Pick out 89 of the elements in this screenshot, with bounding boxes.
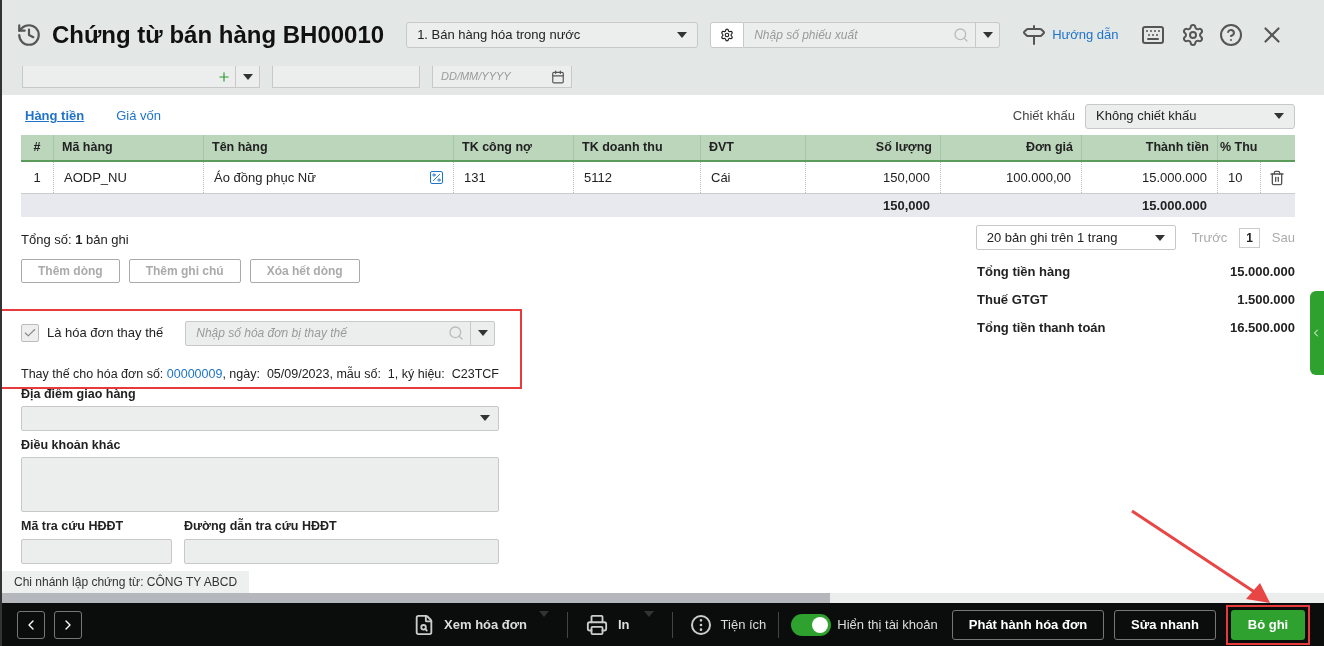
guide-link[interactable]: Hướng dẫn (1052, 25, 1119, 45)
page-number[interactable]: 1 (1239, 227, 1260, 248)
more-icon[interactable] (690, 614, 711, 635)
delete-icon[interactable] (1269, 169, 1285, 186)
replacement-info: Thay thế cho hóa đơn số: 00000009, ngày: 05/09/2023, mẫu số: 1, ký hiệu: C23TCF (21, 365, 500, 383)
search-icon (953, 27, 970, 43)
table-cell: Cái (700, 162, 805, 193)
table-cell-text: Áo đồng phục Nữ (214, 168, 316, 187)
tab[interactable]: Giá vốn (116, 106, 162, 126)
summary-value: 15.000.000 (1229, 263, 1295, 281)
table-cell: 131 (453, 162, 573, 193)
table-cell: 100.000,00 (940, 162, 1081, 193)
printer-icon[interactable] (586, 613, 608, 636)
caret-icon (242, 73, 253, 80)
column-header: Đơn giá (940, 135, 1081, 160)
toggle-label: Hiển thị tài khoản (837, 615, 938, 634)
voucher-type-select[interactable]: 1. Bán hàng hóa trong nước (406, 22, 699, 48)
discount-doc-icon[interactable] (430, 171, 443, 184)
summary-label: Tổng tiền hàng (977, 263, 1071, 281)
footer-action-button[interactable]: Phát hành hóa đơn (951, 609, 1105, 640)
previous-button[interactable] (17, 610, 45, 639)
column-header: TK công nợ (453, 135, 573, 160)
summary-value: 16.500.000 (1229, 319, 1295, 337)
column-header: % Thu (1217, 135, 1260, 160)
utilities-button[interactable]: Tiện ích (720, 614, 767, 635)
table-cell: AODP_NU (53, 162, 203, 193)
view-invoice-button[interactable]: Xem hóa đơn (444, 614, 527, 635)
gear-icon (720, 28, 735, 42)
footer-action-button[interactable]: Sửa nhanh (1114, 609, 1216, 640)
check-icon (23, 326, 37, 340)
discount-label: Chiết khấu (1012, 107, 1075, 126)
caret-icon (477, 330, 488, 336)
voucher-search-input[interactable]: Nhập số phiếu xuất (744, 26, 954, 44)
summary-label: Thuế GTGT (977, 291, 1048, 309)
date-field[interactable]: DD/MM/YYYY (432, 66, 572, 88)
record-count: Tổng số: 1 bản ghi (21, 231, 130, 248)
history-icon[interactable] (16, 22, 42, 48)
column-header: Số lượng (805, 135, 940, 160)
next-button[interactable] (54, 610, 82, 639)
replaced-invoice-field[interactable]: Nhập số hóa đơn bị thay thế (185, 320, 496, 346)
summary-label: Tổng tiền thanh toán (977, 319, 1106, 337)
column-header: ĐVT (700, 135, 805, 160)
window-title: Chứng từ bán hàng BH00010 (52, 20, 385, 50)
discount-select[interactable]: Không chiết khấu (1085, 103, 1295, 129)
caret-icon (677, 32, 688, 38)
text-field[interactable] (272, 66, 420, 88)
column-header: Tên hàng (203, 135, 453, 160)
column-header: TK doanh thu (573, 135, 700, 160)
table-cell: 150,000 (805, 162, 940, 193)
settings-icon[interactable] (1180, 23, 1205, 47)
lookup-link-field[interactable] (184, 539, 499, 564)
tab[interactable]: Hàng tiền (25, 106, 85, 126)
table-cell: 5112 (573, 162, 700, 193)
signpost-icon (1022, 23, 1047, 47)
voucher-search-field[interactable]: Nhập số phiếu xuất (744, 22, 1001, 48)
column-header: # (32, 139, 42, 157)
column-header: Thành tiền (1081, 135, 1217, 160)
horizontal-scrollbar[interactable] (2, 593, 830, 603)
total-amount: 15.000.000 (1140, 196, 1208, 215)
caret-icon (1154, 234, 1165, 241)
replaced-invoice-input[interactable]: Nhập số hóa đơn bị thay thế (186, 324, 449, 342)
footer-action-button[interactable]: Bỏ ghi (1231, 609, 1305, 640)
branch-label: Chi nhánh lập chứng từ: CÔNG TY ABCD (2, 571, 250, 593)
table-cell-text: 1 (32, 168, 42, 187)
field-label: Địa điểm giao hàng (21, 385, 137, 403)
replacement-label: Là hóa đơn thay thế (47, 324, 164, 343)
caret-icon (982, 32, 993, 38)
settings-button[interactable] (710, 22, 745, 48)
keyboard-icon[interactable] (1140, 23, 1165, 47)
summary-value: 1.500.000 (1237, 291, 1295, 309)
page-size-select[interactable]: 20 bản ghi trên 1 trang (975, 225, 1176, 250)
caret-icon (1274, 113, 1284, 119)
field-label: Điều khoản khác (21, 436, 122, 454)
column-header: Mã hàng (53, 135, 203, 160)
field-label: Mã tra cứu HĐĐT (21, 518, 125, 536)
table-cell: 15.000.000 (1081, 162, 1217, 193)
calendar-icon[interactable] (551, 69, 565, 84)
replacement-checkbox[interactable] (21, 324, 39, 342)
date-input[interactable]: DD/MM/YYYY (433, 68, 551, 85)
account-toggle[interactable] (791, 613, 832, 636)
help-icon[interactable] (1218, 23, 1243, 47)
caret-icon (480, 415, 490, 421)
table-cell: 10 (1217, 162, 1260, 193)
total-quantity: 150,000 (882, 196, 931, 215)
print-button[interactable]: In (618, 614, 630, 635)
field-label: Đường dẫn tra cứu HĐĐT (184, 517, 338, 536)
customer-field[interactable] (22, 66, 260, 88)
lookup-code-field[interactable] (21, 539, 172, 564)
search-icon (448, 325, 465, 341)
